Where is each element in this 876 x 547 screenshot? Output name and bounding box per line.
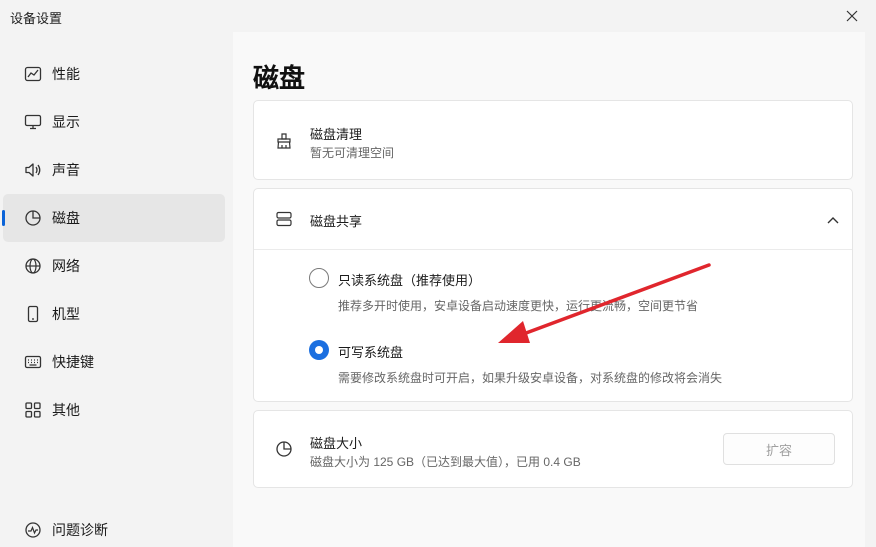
disk-cleanup-card[interactable]: 磁盘清理 暂无可清理空间 bbox=[253, 100, 853, 180]
window-edge bbox=[865, 32, 876, 547]
expand-capacity-button[interactable]: 扩容 bbox=[723, 433, 835, 465]
sidebar-item-label: 快捷键 bbox=[52, 354, 94, 370]
writable-disk-label[interactable]: 可写系统盘 bbox=[338, 342, 403, 361]
disk-size-subtitle: 磁盘大小为 125 GB（已达到最大值），已用 0.4 GB bbox=[310, 455, 581, 469]
monitor-icon bbox=[24, 113, 42, 131]
speaker-icon bbox=[24, 161, 42, 179]
page-title: 磁盘 bbox=[253, 63, 306, 93]
sidebar-item-label: 机型 bbox=[52, 306, 80, 322]
disk-size-title: 磁盘大小 bbox=[310, 436, 363, 451]
disk-stack-icon bbox=[274, 209, 294, 229]
sidebar-item-disk[interactable]: 磁盘 bbox=[2, 194, 225, 242]
grid-icon bbox=[24, 401, 42, 419]
sidebar-item-device-model[interactable]: 机型 bbox=[3, 290, 225, 338]
writable-disk-radio[interactable] bbox=[309, 340, 329, 360]
phone-icon bbox=[24, 305, 42, 323]
sidebar-item-diagnostics[interactable]: 问题诊断 bbox=[3, 506, 225, 547]
sidebar-item-label: 显示 bbox=[52, 114, 80, 130]
sidebar-item-label: 其他 bbox=[52, 402, 80, 418]
title-bar: 设备设置 bbox=[0, 0, 876, 32]
sidebar-item-performance[interactable]: 性能 bbox=[3, 50, 225, 98]
keyboard-icon bbox=[24, 353, 42, 371]
sidebar-item-label: 声音 bbox=[52, 162, 80, 178]
brush-icon bbox=[274, 131, 294, 151]
main-content: 磁盘 磁盘清理 暂无可清理空间 磁盘共享 只读系统盘（推荐使用） 推荐多开时使用… bbox=[233, 32, 865, 547]
sidebar-item-label: 磁盘 bbox=[52, 210, 80, 226]
disk-size-card: 磁盘大小 磁盘大小为 125 GB（已达到最大值），已用 0.4 GB 扩容 bbox=[253, 410, 853, 488]
readonly-disk-description: 推荐多开时使用，安卓设备启动速度更快，运行更流畅，空间更节省 bbox=[338, 299, 699, 313]
chevron-up-icon bbox=[827, 217, 839, 224]
sidebar-item-label: 性能 bbox=[52, 66, 80, 82]
readonly-disk-radio[interactable] bbox=[309, 268, 329, 288]
pie-chart-icon bbox=[274, 439, 294, 459]
diagnostics-icon bbox=[24, 521, 42, 539]
collapse-toggle[interactable] bbox=[822, 209, 844, 231]
sidebar-item-shortcuts[interactable]: 快捷键 bbox=[3, 338, 225, 386]
window-title: 设备设置 bbox=[10, 11, 63, 26]
disk-cleanup-subtitle: 暂无可清理空间 bbox=[310, 146, 395, 160]
sidebar-item-label: 问题诊断 bbox=[52, 522, 108, 538]
close-button[interactable] bbox=[842, 6, 862, 26]
close-icon bbox=[846, 10, 858, 22]
sidebar: 性能 显示 声音 磁盘 网络 机型 快捷键 其他 问题诊断 bbox=[0, 50, 232, 547]
pie-chart-icon bbox=[24, 209, 42, 227]
settings-window: 设备设置 性能 显示 声音 磁盘 网络 机型 快捷键 其他 问题诊断 磁盘 磁盘… bbox=[0, 0, 876, 547]
disk-sharing-card: 磁盘共享 只读系统盘（推荐使用） 推荐多开时使用，安卓设备启动速度更快，运行更流… bbox=[253, 188, 853, 402]
divider bbox=[254, 249, 852, 250]
sidebar-item-label: 网络 bbox=[52, 258, 80, 274]
disk-cleanup-title: 磁盘清理 bbox=[310, 127, 363, 142]
disk-sharing-title: 磁盘共享 bbox=[310, 214, 363, 229]
globe-icon bbox=[24, 257, 42, 275]
sidebar-item-display[interactable]: 显示 bbox=[3, 98, 225, 146]
readonly-disk-label[interactable]: 只读系统盘（推荐使用） bbox=[338, 270, 481, 289]
sidebar-item-sound[interactable]: 声音 bbox=[3, 146, 225, 194]
writable-disk-description: 需要修改系统盘时可开启，如果升级安卓设备，对系统盘的修改将会消失 bbox=[338, 371, 723, 385]
sidebar-item-other[interactable]: 其他 bbox=[3, 386, 225, 434]
sidebar-item-network[interactable]: 网络 bbox=[3, 242, 225, 290]
performance-chart-icon bbox=[24, 65, 42, 83]
